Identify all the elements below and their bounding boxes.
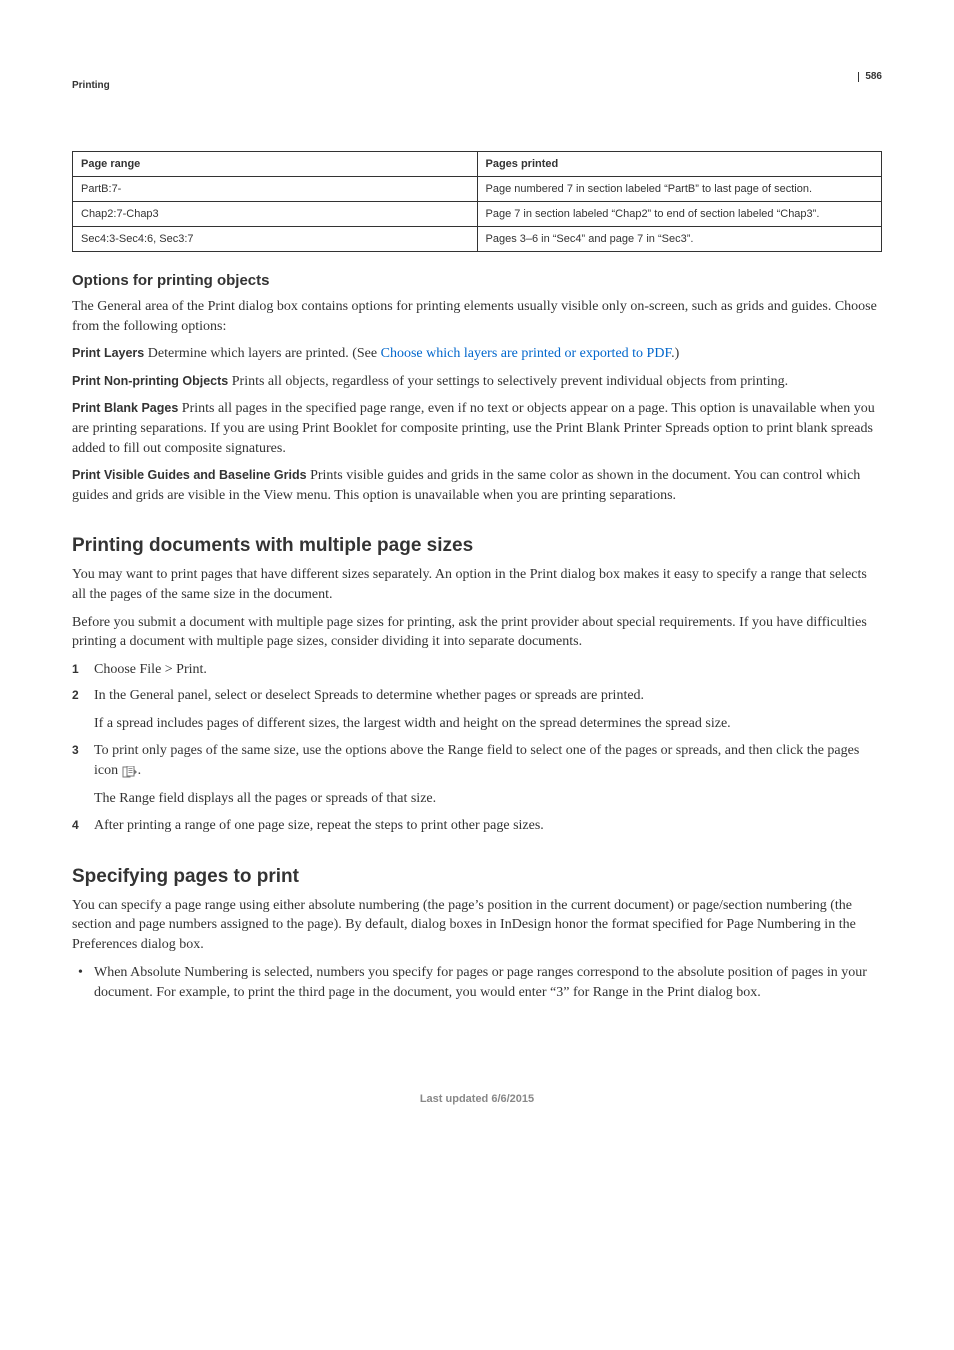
cell-range: Chap2:7-Chap3 (73, 202, 478, 227)
step-text: Choose File > Print. (94, 662, 207, 677)
numbered-steps: 1 Choose File > Print. 2 In the General … (72, 660, 882, 836)
cell-range: PartB:7- (73, 177, 478, 202)
page-range-table: Page range Pages printed PartB:7- Page n… (72, 151, 882, 252)
table-row: Chap2:7-Chap3 Page 7 in section labeled … (73, 202, 882, 227)
option-print-layers: Print Layers Determine which layers are … (72, 344, 882, 364)
cell-desc: Page numbered 7 in section labeled “Part… (477, 177, 882, 202)
step-text: To print only pages of the same size, us… (94, 743, 859, 778)
text: Determine which layers are printed. (See (148, 346, 381, 361)
step-subtext: The Range field displays all the pages o… (94, 789, 882, 809)
pages-icon (122, 765, 138, 777)
text: Prints all pages in the specified page r… (72, 401, 875, 455)
running-head: Printing (72, 80, 110, 91)
heading-options: Options for printing objects (72, 272, 882, 289)
step-number: 4 (72, 817, 79, 834)
step-item: 3 To print only pages of the same size, … (72, 741, 882, 810)
paragraph: You can specify a page range using eithe… (72, 896, 882, 955)
link-choose-layers[interactable]: Choose which layers are printed or expor… (381, 346, 671, 361)
run-in-head: Print Blank Pages (72, 401, 178, 415)
text: Prints all objects, regardless of your s… (232, 374, 788, 389)
bullet-list: When Absolute Numbering is selected, num… (72, 963, 882, 1004)
paragraph: The General area of the Print dialog box… (72, 297, 882, 336)
option-print-nonprinting: Print Non-printing Objects Prints all ob… (72, 372, 882, 392)
run-in-head: Print Visible Guides and Baseline Grids (72, 468, 307, 482)
paragraph: Before you submit a document with multip… (72, 613, 882, 652)
run-in-head: Print Non-printing Objects (72, 374, 228, 388)
run-in-head: Print Layers (72, 346, 144, 360)
cell-desc: Pages 3–6 in “Sec4” and page 7 in “Sec3”… (477, 227, 882, 252)
step-item: 1 Choose File > Print. (72, 660, 882, 680)
option-print-blank: Print Blank Pages Prints all pages in th… (72, 399, 882, 458)
step-item: 4 After printing a range of one page siz… (72, 816, 882, 836)
cell-range: Sec4:3-Sec4:6, Sec3:7 (73, 227, 478, 252)
paragraph: You may want to print pages that have di… (72, 565, 882, 604)
heading-multi-page-sizes: Printing documents with multiple page si… (72, 535, 882, 557)
page-container: Printing 586 Page range Pages printed Pa… (0, 0, 954, 1165)
step-text: After printing a range of one page size,… (94, 818, 544, 833)
step-text: . (138, 763, 142, 778)
step-number: 1 (72, 661, 79, 678)
th-pages-printed: Pages printed (477, 152, 882, 177)
bullet-item: When Absolute Numbering is selected, num… (72, 963, 882, 1004)
step-number: 3 (72, 742, 79, 759)
th-page-range: Page range (73, 152, 478, 177)
page-header: Printing 586 (72, 80, 882, 91)
option-print-visible: Print Visible Guides and Baseline Grids … (72, 466, 882, 505)
step-subtext: If a spread includes pages of different … (94, 714, 882, 734)
page-number: 586 (858, 72, 882, 82)
table-row: PartB:7- Page numbered 7 in section labe… (73, 177, 882, 202)
text: .) (671, 346, 679, 361)
cell-desc: Page 7 in section labeled “Chap2” to end… (477, 202, 882, 227)
step-text: In the General panel, select or deselect… (94, 688, 644, 703)
footer-updated: Last updated 6/6/2015 (72, 1093, 882, 1105)
table-row: Sec4:3-Sec4:6, Sec3:7 Pages 3–6 in “Sec4… (73, 227, 882, 252)
table-header-row: Page range Pages printed (73, 152, 882, 177)
step-number: 2 (72, 687, 79, 704)
step-item: 2 In the General panel, select or desele… (72, 686, 882, 735)
heading-specifying-pages: Specifying pages to print (72, 866, 882, 888)
